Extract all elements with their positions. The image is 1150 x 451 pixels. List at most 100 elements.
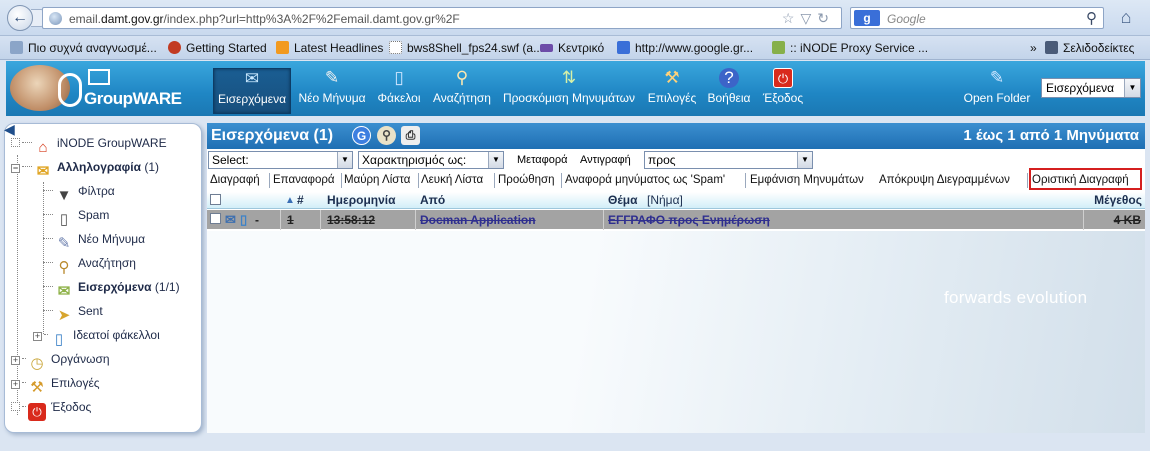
message-list-panel: forwards evolution Εισερχόμενα (1) G ⚲ ⎙… [207, 123, 1145, 433]
url-bar[interactable]: email.damt.gov.gr/index.php?url=http%3A%… [42, 7, 842, 29]
select-all-checkbox[interactable] [210, 194, 221, 205]
chevron-down-icon: ▼ [1124, 79, 1140, 97]
row-from[interactable]: Docman Application [420, 213, 536, 227]
bookmarks-icon [1045, 41, 1058, 54]
col-date[interactable]: Ημερομηνία [327, 193, 396, 207]
report-spam-link[interactable]: Αναφορά μηνύματος ως 'Spam' [565, 174, 725, 186]
sidebar-item-filters[interactable]: ▼ Φίλτρα [43, 184, 115, 204]
logo-envelope-icon [88, 69, 110, 85]
sort-icon[interactable]: ▲ [285, 195, 295, 206]
sidebar-item-mail[interactable]: − ✉ Αλληλογραφία (1) [11, 160, 159, 180]
bookmark-most-visited[interactable]: Πιο συχνά αναγνωσμέ... [10, 41, 157, 55]
sidebar-item-search[interactable]: ⚲ Αναζήτηση [43, 256, 136, 276]
message-actions-links: Διαγραφή Επαναφορά Μαύρη Λίστα Λευκή Λίσ… [207, 171, 1145, 191]
browser-nav-bar: ← email.damt.gov.gr/index.php?url=http%3… [0, 0, 1150, 36]
filter-icon: ▼ [56, 187, 72, 204]
copy-button[interactable]: Αντιγραφή [580, 154, 631, 166]
toolbar-fetch-messages[interactable]: ⇅ Προσκόμιση Μηνυμάτων [499, 68, 639, 114]
expand-icon[interactable]: + [33, 332, 42, 341]
sidebar-item-exit[interactable]: ⏻ Έξοδος [11, 400, 91, 421]
whitelist-link[interactable]: Λευκή Λίστα [421, 174, 483, 186]
row-subject[interactable]: ΕΓΓΡΑΦΟ προς Ενημέρωση [608, 213, 770, 227]
search-placeholder: Google [887, 12, 926, 26]
print-icon[interactable]: ⎙ [401, 126, 420, 145]
help-icon: ? [719, 68, 739, 88]
dropdown-icon[interactable]: ▽ [800, 10, 817, 26]
mark-as-dropdown[interactable]: Χαρακτηρισμός ως: ▼ [358, 151, 504, 169]
url-bar-icons[interactable]: ☆▽↻ [782, 10, 835, 27]
logo-i-mark [58, 73, 82, 107]
col-subject[interactable]: Θέμα [608, 193, 637, 207]
collapse-icon[interactable]: − [11, 164, 20, 173]
toolbar-inbox[interactable]: ✉ Εισερχόμενα [213, 68, 291, 114]
bookmark-inode-proxy[interactable]: :: iNODE Proxy Service ... [772, 41, 928, 55]
toolbar-folders[interactable]: ▯ Φάκελοι [372, 68, 426, 114]
delete-link[interactable]: Διαγραφή [210, 174, 260, 186]
expand-icon[interactable]: + [11, 356, 20, 365]
expand-icon[interactable]: + [11, 380, 20, 389]
restore-link[interactable]: Επαναφορά [273, 174, 335, 186]
bookmarks-overflow-icon[interactable]: » [1030, 41, 1037, 55]
sidebar-item-inbox[interactable]: ✉ Εισερχόμενα (1/1) [43, 280, 180, 300]
search-icon[interactable]: ⚲ [377, 126, 396, 145]
sidebar-item-spam[interactable]: ▯ Spam [43, 208, 109, 228]
search-icon: ⚲ [455, 68, 469, 87]
bookmark-bookmarks-menu[interactable]: Σελιδοδείκτες [1045, 41, 1134, 55]
bookmark-google[interactable]: http://www.google.gr... [617, 41, 753, 55]
toolbar-new-message[interactable]: ✎ Νέο Μήνυμα [295, 68, 369, 114]
folder-select[interactable]: Εισερχόμενα ▼ [1041, 78, 1141, 98]
sidebar-item-inode-groupware[interactable]: ⌂ iNODE GroupWARE [11, 136, 167, 156]
google-search-icon[interactable]: G [352, 126, 371, 145]
bookmark-bws8shell[interactable]: bws8Shell_fps24.swf (a... [389, 41, 543, 55]
bookmark-kentriko[interactable]: Κεντρικό [540, 41, 604, 55]
col-thread[interactable]: [Νήμα] [647, 193, 683, 207]
col-from[interactable]: Από [420, 193, 445, 207]
bookmark-getting-started[interactable]: Getting Started [168, 41, 267, 55]
star-icon[interactable]: ☆ [782, 10, 801, 26]
organizer-icon: ◷ [30, 355, 44, 372]
google-icon[interactable]: g [854, 10, 880, 26]
reload-icon[interactable]: ↻ [817, 10, 835, 26]
sidebar-item-options[interactable]: + ⚒ Επιλογές [11, 376, 100, 396]
url-text: email.damt.gov.gr/index.php?url=http%3A%… [69, 12, 460, 26]
virtual-folders-icon: ▯ [54, 331, 64, 348]
search-bar[interactable]: g Google ⚲ [850, 7, 1104, 29]
bookmark-latest-headlines[interactable]: Latest Headlines [276, 41, 383, 55]
row-checkbox[interactable] [210, 213, 221, 224]
hide-deleted-link[interactable]: Απόκρυψη Διεγραμμένων [879, 174, 1010, 186]
magnifier-icon[interactable]: ⚲ [1086, 9, 1097, 27]
toolbar-options[interactable]: ⚒ Επιλογές [645, 68, 699, 114]
table-header: ▲ # Ημερομηνία Από Θέμα [Νήμα] Μέγεθος [207, 192, 1145, 209]
power-icon: ⏻ [773, 68, 793, 88]
rss-icon [276, 41, 289, 54]
firefox-icon [168, 41, 181, 54]
sidebar-item-sent[interactable]: ➤ Sent [43, 304, 103, 324]
blacklist-link[interactable]: Μαύρη Λίστα [344, 174, 410, 186]
row-size: 4 KB [1113, 213, 1141, 227]
target-folder-dropdown[interactable]: προς ▼ [644, 151, 813, 169]
folder-title: Εισερχόμενα (1) [211, 127, 334, 144]
background-graphic [207, 231, 1145, 433]
toolbar-open-folder[interactable]: ✎ Open Folder [959, 68, 1035, 114]
toolbar-exit[interactable]: ⏻ Έξοδος [758, 68, 808, 114]
sidebar-item-organizer[interactable]: + ◷ Οργάνωση [11, 352, 110, 372]
home-icon: ⌂ [38, 139, 48, 156]
toolbar-help[interactable]: ? Βοήθεια [705, 68, 753, 114]
page-icon [10, 41, 23, 54]
forward-link[interactable]: Προώθηση [498, 174, 555, 186]
col-number[interactable]: # [297, 193, 304, 207]
sidebar-item-virtual-folders[interactable]: + ▯ Ιδεατοί φάκελλοι [33, 328, 160, 348]
home-icon[interactable]: ⌂ [1114, 7, 1138, 29]
back-button[interactable]: ← [7, 5, 33, 31]
sidebar-item-new-message[interactable]: ✎ Νέο Μήνυμα [43, 232, 145, 252]
move-button[interactable]: Μεταφορά [517, 154, 567, 166]
show-messages-link[interactable]: Εμφάνιση Μηνυμάτων [750, 174, 864, 186]
select-dropdown[interactable]: Select: ▼ [208, 151, 353, 169]
table-row[interactable]: ✉ ▯ - 1 13:58:12 Docman Application ΕΓΓΡ… [207, 210, 1145, 230]
col-size[interactable]: Μέγεθος [1094, 193, 1142, 207]
inbox-icon: ✉ [57, 283, 71, 300]
highlight-box [1029, 168, 1142, 190]
message-range: 1 έως 1 από 1 Μηνύματα [963, 127, 1139, 144]
toolbar-search[interactable]: ⚲ Αναζήτηση [429, 68, 495, 114]
chevron-down-icon: ▼ [488, 152, 503, 168]
